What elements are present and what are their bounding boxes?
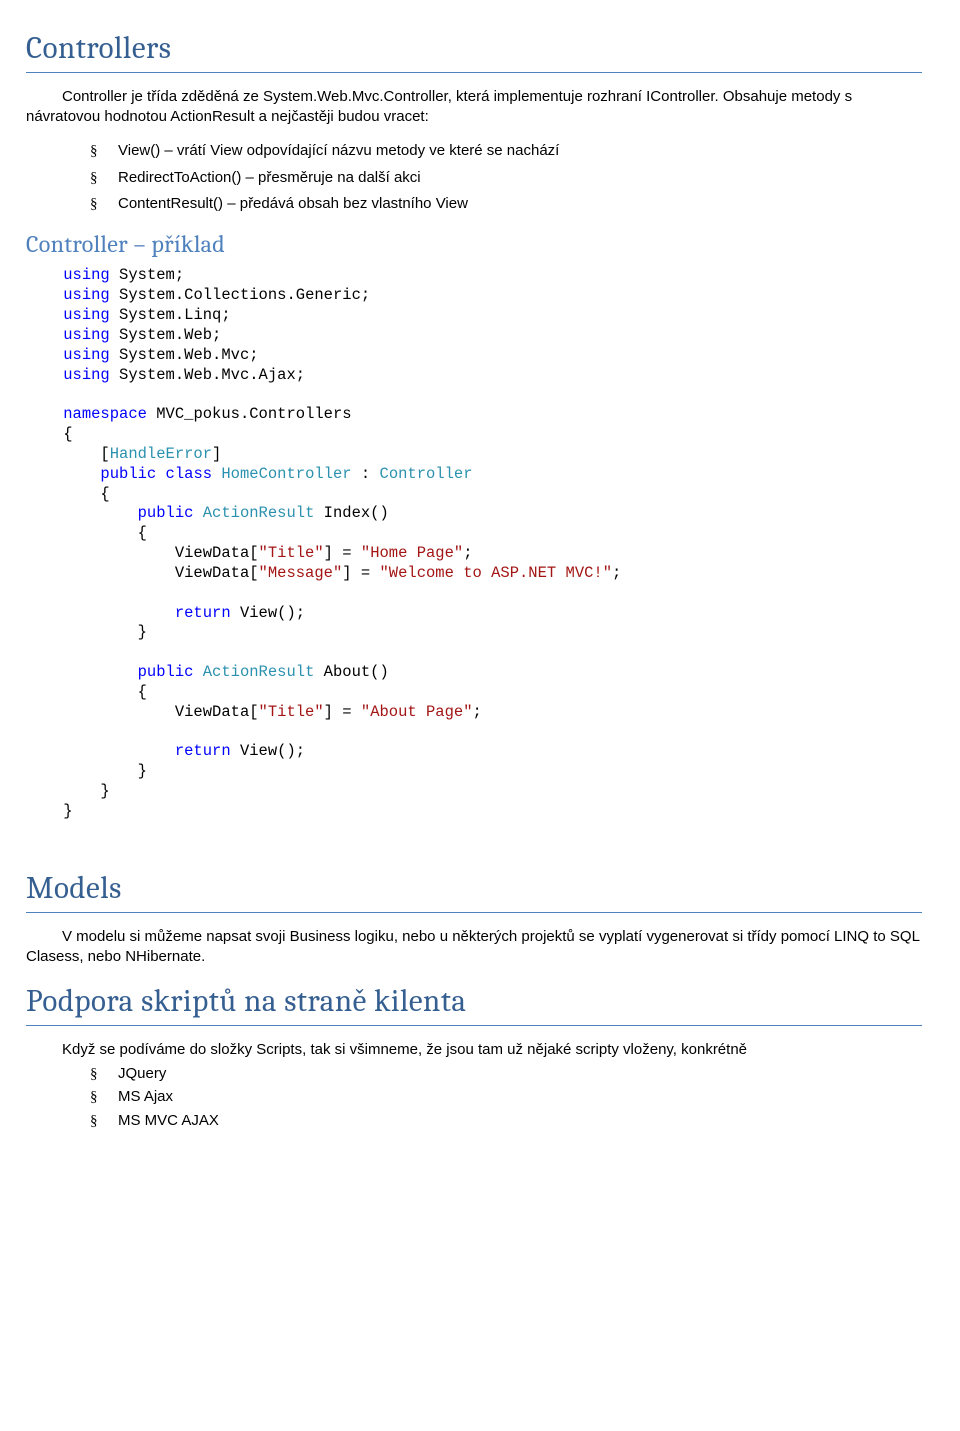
heading-podpora: Podpora skriptů na straně kilenta	[26, 981, 922, 1026]
heading-models: Models	[26, 868, 922, 913]
list-item: MS Ajax	[26, 1087, 922, 1107]
heading-controller-example: Controller – příklad	[26, 228, 922, 260]
list-item: ContentResult() – předává obsah bez vlas…	[26, 194, 922, 214]
paragraph-controllers-intro: Controller je třída zděděná ze System.We…	[26, 87, 922, 128]
paragraph-podpora: Když se podíváme do složky Scripts, tak …	[26, 1040, 922, 1060]
list-item: JQuery	[26, 1064, 922, 1084]
list-item: View() – vrátí View odpovídající názvu m…	[26, 141, 922, 161]
list-item: RedirectToAction() – přesměruje na další…	[26, 168, 922, 188]
list-item: MS MVC AJAX	[26, 1111, 922, 1131]
list-podpora: JQuery MS Ajax MS MVC AJAX	[26, 1064, 922, 1131]
heading-controllers: Controllers	[26, 28, 922, 73]
list-controllers: View() – vrátí View odpovídající názvu m…	[26, 141, 922, 214]
paragraph-models: V modelu si můžeme napsat svoji Business…	[26, 927, 922, 968]
code-block-controller-example: using System; using System.Collections.G…	[26, 266, 922, 821]
